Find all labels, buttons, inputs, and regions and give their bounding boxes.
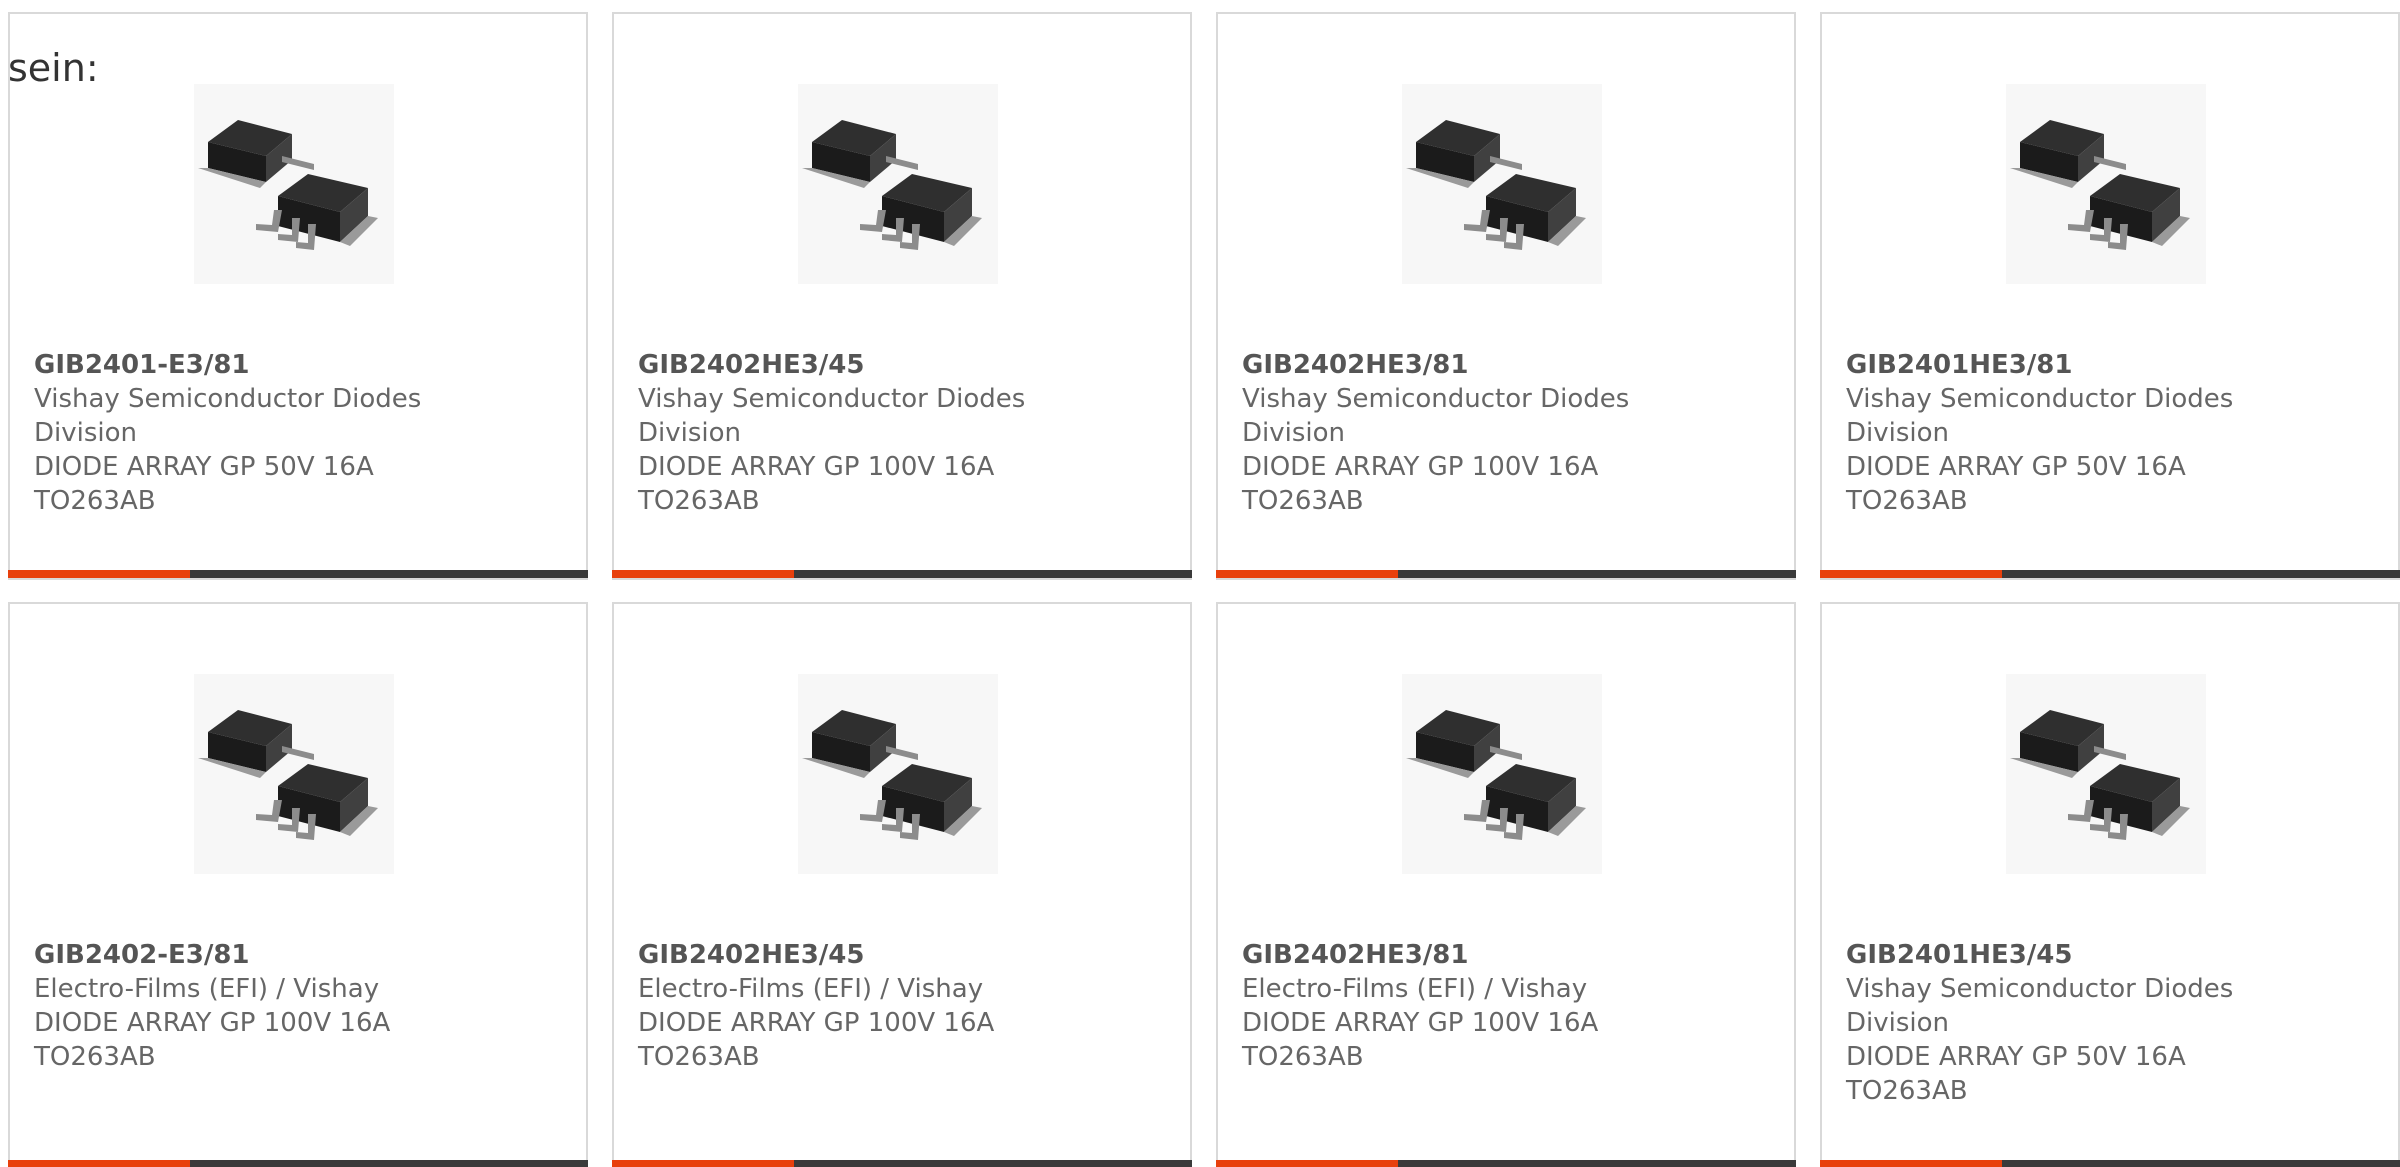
product-card[interactable]: GIB2402HE3/45 Electro-Films (EFI) / Vish… — [612, 602, 1192, 1167]
card-bottom-bar-accent — [1216, 1160, 1398, 1167]
product-info: GIB2402-E3/81 Electro-Films (EFI) / Vish… — [34, 938, 434, 1074]
product-part-number[interactable]: GIB2402HE3/45 — [638, 938, 1038, 972]
product-card[interactable]: GIB2401-E3/81 Vishay Semiconductor Diode… — [8, 12, 588, 580]
product-description: DIODE ARRAY GP 100V 16A TO263AB — [1242, 1008, 1599, 1072]
card-bottom-bar-accent — [612, 1160, 794, 1167]
card-bottom-bar — [1820, 1160, 2400, 1167]
card-bottom-bar — [1216, 1160, 1796, 1167]
intro-text: sein: — [8, 46, 99, 90]
to263ab-package-icon — [2010, 120, 2190, 250]
card-bottom-bar-accent — [612, 570, 794, 578]
card-bottom-bar-accent — [8, 1160, 190, 1167]
product-description: DIODE ARRAY GP 100V 16A TO263AB — [34, 1008, 391, 1072]
product-image[interactable] — [1402, 674, 1602, 874]
product-part-number[interactable]: GIB2401-E3/81 — [34, 348, 434, 382]
product-part-number[interactable]: GIB2402-E3/81 — [34, 938, 434, 972]
to263ab-package-icon — [802, 120, 982, 250]
card-bottom-bar-accent — [1216, 570, 1398, 578]
product-card[interactable]: GIB2402HE3/81 Electro-Films (EFI) / Vish… — [1216, 602, 1796, 1167]
product-card[interactable]: GIB2401HE3/81 Vishay Semiconductor Diode… — [1820, 12, 2400, 580]
card-bottom-bar — [8, 570, 588, 578]
product-description: DIODE ARRAY GP 50V 16A TO263AB — [34, 452, 374, 516]
to263ab-package-icon — [1406, 710, 1586, 840]
product-image[interactable] — [194, 674, 394, 874]
product-card[interactable]: GIB2401HE3/45 Vishay Semiconductor Diode… — [1820, 602, 2400, 1167]
card-bottom-bar-accent — [8, 570, 190, 578]
card-bottom-bar-accent — [1820, 570, 2002, 578]
product-info: GIB2402HE3/45 Vishay Semiconductor Diode… — [638, 348, 1038, 518]
card-bottom-bar — [8, 1160, 588, 1167]
product-description: DIODE ARRAY GP 100V 16A TO263AB — [1242, 452, 1599, 516]
product-manufacturer: Vishay Semiconductor Diodes Division — [34, 384, 422, 448]
page: GIB2401-E3/81 Vishay Semiconductor Diode… — [0, 0, 2400, 1167]
product-card[interactable]: GIB2402-E3/81 Electro-Films (EFI) / Vish… — [8, 602, 588, 1167]
product-description: DIODE ARRAY GP 50V 16A TO263AB — [1846, 452, 2186, 516]
to263ab-package-icon — [802, 710, 982, 840]
product-part-number[interactable]: GIB2402HE3/81 — [1242, 938, 1642, 972]
card-bottom-bar — [1216, 570, 1796, 578]
product-manufacturer: Vishay Semiconductor Diodes Division — [1846, 974, 2234, 1038]
product-image[interactable] — [194, 84, 394, 284]
product-manufacturer: Vishay Semiconductor Diodes Division — [1242, 384, 1630, 448]
product-info: GIB2401HE3/81 Vishay Semiconductor Diode… — [1846, 348, 2246, 518]
product-part-number[interactable]: GIB2402HE3/45 — [638, 348, 1038, 382]
product-image[interactable] — [1402, 84, 1602, 284]
to263ab-package-icon — [198, 710, 378, 840]
product-manufacturer: Vishay Semiconductor Diodes Division — [1846, 384, 2234, 448]
to263ab-package-icon — [2010, 710, 2190, 840]
product-image[interactable] — [798, 84, 998, 284]
card-bottom-bar — [1820, 570, 2400, 578]
product-info: GIB2402HE3/45 Electro-Films (EFI) / Vish… — [638, 938, 1038, 1074]
product-info: GIB2402HE3/81 Electro-Films (EFI) / Vish… — [1242, 938, 1642, 1074]
product-description: DIODE ARRAY GP 100V 16A TO263AB — [638, 452, 995, 516]
product-part-number[interactable]: GIB2402HE3/81 — [1242, 348, 1642, 382]
to263ab-package-icon — [1406, 120, 1586, 250]
product-image[interactable] — [798, 674, 998, 874]
product-manufacturer: Vishay Semiconductor Diodes Division — [638, 384, 1026, 448]
product-part-number[interactable]: GIB2401HE3/45 — [1846, 938, 2246, 972]
to263ab-package-icon — [198, 120, 378, 250]
product-manufacturer: Electro-Films (EFI) / Vishay — [638, 974, 984, 1004]
card-bottom-bar — [612, 570, 1192, 578]
product-image[interactable] — [2006, 84, 2206, 284]
card-bottom-bar-accent — [1820, 1160, 2002, 1167]
product-part-number[interactable]: GIB2401HE3/81 — [1846, 348, 2246, 382]
product-info: GIB2401HE3/45 Vishay Semiconductor Diode… — [1846, 938, 2246, 1108]
product-description: DIODE ARRAY GP 100V 16A TO263AB — [638, 1008, 995, 1072]
product-info: GIB2402HE3/81 Vishay Semiconductor Diode… — [1242, 348, 1642, 518]
product-description: DIODE ARRAY GP 50V 16A TO263AB — [1846, 1042, 2186, 1106]
card-bottom-bar — [612, 1160, 1192, 1167]
product-info: GIB2401-E3/81 Vishay Semiconductor Diode… — [34, 348, 434, 518]
product-grid: GIB2401-E3/81 Vishay Semiconductor Diode… — [8, 12, 2400, 1167]
product-card[interactable]: GIB2402HE3/81 Vishay Semiconductor Diode… — [1216, 12, 1796, 580]
product-card[interactable]: GIB2402HE3/45 Vishay Semiconductor Diode… — [612, 12, 1192, 580]
product-manufacturer: Electro-Films (EFI) / Vishay — [1242, 974, 1588, 1004]
product-manufacturer: Electro-Films (EFI) / Vishay — [34, 974, 380, 1004]
product-image[interactable] — [2006, 674, 2206, 874]
